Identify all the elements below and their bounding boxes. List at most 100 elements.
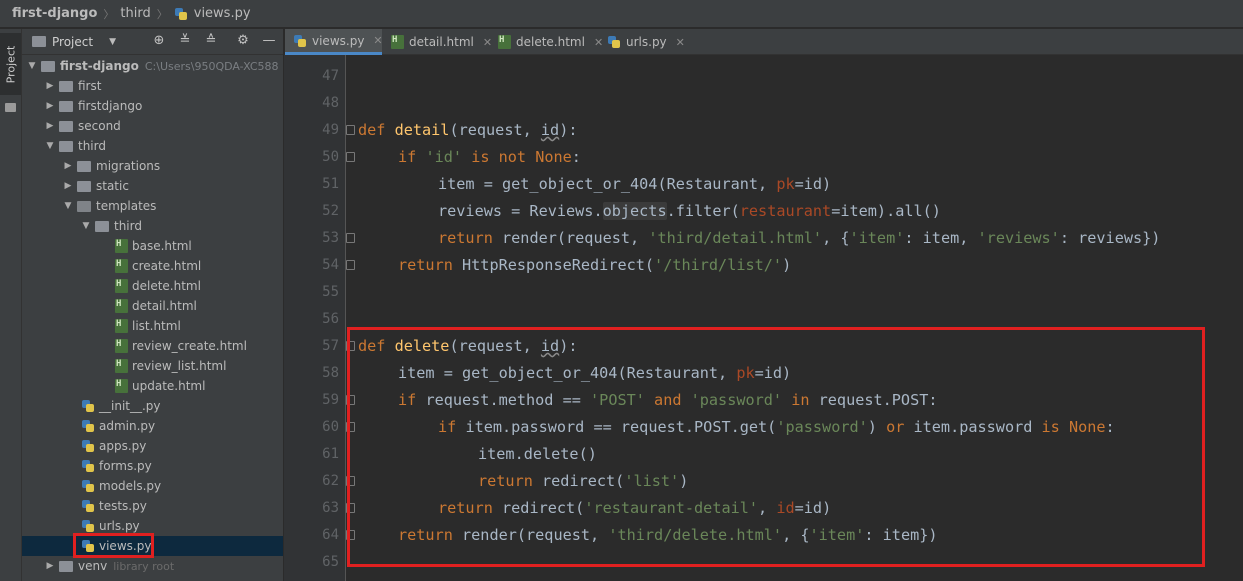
line-number: 48 xyxy=(322,95,339,111)
folder-icon xyxy=(77,200,91,212)
fold-icon[interactable] xyxy=(346,152,355,162)
tree-item-first-django[interactable]: ▼ first-django C:\Users\950QDA-XC588 xyxy=(22,56,283,76)
tree-item-review-list-html[interactable]: review_list.html xyxy=(22,356,283,376)
fold-icon[interactable] xyxy=(346,260,355,270)
chevron-right-icon[interactable]: ▶ xyxy=(44,561,56,571)
code-editor[interactable]: 47 48 49 50 51 52 53 54 55 56 57 58 59 6… xyxy=(284,55,1243,581)
tab-label: views.py xyxy=(312,33,365,48)
chevron-right-icon[interactable]: ▶ xyxy=(44,101,56,111)
tree-item-label: detail.html xyxy=(132,299,197,313)
python-file-icon xyxy=(81,519,95,533)
code-token: '/third/list/' xyxy=(654,256,783,274)
chevron-right-icon[interactable]: ▶ xyxy=(62,181,74,191)
tree-item-label: apps.py xyxy=(99,439,147,453)
expand-all-icon[interactable]: ≚ xyxy=(178,34,192,48)
tree-item-apps-py[interactable]: apps.py xyxy=(22,436,283,456)
tree-item-create-html[interactable]: create.html xyxy=(22,256,283,276)
code-line-49: def detail(request, id): xyxy=(358,117,578,144)
chevron-down-icon[interactable]: ▼ xyxy=(80,221,92,231)
tree-item-label: templates xyxy=(96,199,157,213)
folder-icon xyxy=(59,560,73,572)
tree-item-models-py[interactable]: models.py xyxy=(22,476,283,496)
tab-urls-py[interactable]: urls.py ✕ xyxy=(599,29,689,55)
tab-label: urls.py xyxy=(626,35,667,49)
tree-item-label: delete.html xyxy=(132,279,201,293)
tree-item-third[interactable]: ▼ third xyxy=(22,136,283,156)
tree-item-review-create-html[interactable]: review_create.html xyxy=(22,336,283,356)
chevron-down-icon[interactable]: ▼ xyxy=(44,141,56,151)
code-token: : item, xyxy=(904,229,978,247)
tree-item-init-py[interactable]: __init__.py xyxy=(22,396,283,416)
fold-icon[interactable] xyxy=(346,125,355,135)
html-file-icon xyxy=(115,259,128,273)
folder-icon xyxy=(59,100,73,112)
python-file-icon xyxy=(81,399,95,413)
minimize-icon[interactable]: — xyxy=(262,34,276,48)
python-file-icon xyxy=(81,499,95,513)
chevron-right-icon[interactable]: ▶ xyxy=(44,121,56,131)
tree-item-static[interactable]: ▶ static xyxy=(22,176,283,196)
tab-delete-html[interactable]: delete.html ✕ xyxy=(490,29,603,55)
tree-item-base-html[interactable]: base.html xyxy=(22,236,283,256)
chevron-right-icon[interactable]: ▶ xyxy=(44,81,56,91)
tree-item-label: update.html xyxy=(132,379,206,393)
tree-item-label: urls.py xyxy=(99,519,140,533)
tree-item-delete-html[interactable]: delete.html xyxy=(22,276,283,296)
line-number-gutter: 47 48 49 50 51 52 53 54 55 56 57 58 59 6… xyxy=(284,55,346,581)
breadcrumb-folder[interactable]: third xyxy=(120,6,150,21)
python-file-icon xyxy=(81,439,95,453)
tab-views-py[interactable]: views.py ✕ xyxy=(285,29,383,55)
tab-label: delete.html xyxy=(516,35,585,49)
tree-item-label: models.py xyxy=(99,479,162,493)
close-icon[interactable]: ✕ xyxy=(676,36,685,49)
tree-item-tests-py[interactable]: tests.py xyxy=(22,496,283,516)
breadcrumb: first-django 〉 third 〉 views.py xyxy=(0,0,1243,28)
tree-item-label: create.html xyxy=(132,259,202,273)
tab-detail-html[interactable]: detail.html ✕ xyxy=(383,29,492,55)
close-icon[interactable]: ✕ xyxy=(373,34,382,47)
python-file-icon xyxy=(174,7,188,21)
breadcrumb-chevron-icon: 〉 xyxy=(103,7,115,21)
tree-item-label: __init__.py xyxy=(99,399,161,413)
line-number: 54 xyxy=(322,257,339,273)
tree-item-first[interactable]: ▶ first xyxy=(22,76,283,96)
tree-item-label: tests.py xyxy=(99,499,147,513)
tree-item-list-html[interactable]: list.html xyxy=(22,316,283,336)
line-number: 50 xyxy=(322,149,339,165)
tree-item-detail-html[interactable]: detail.html xyxy=(22,296,283,316)
breadcrumb-project[interactable]: first-django xyxy=(12,6,97,21)
chevron-down-icon[interactable]: ▼ xyxy=(109,37,116,47)
tree-item-second[interactable]: ▶ second xyxy=(22,116,283,136)
tree-item-forms-py[interactable]: forms.py xyxy=(22,456,283,476)
tree-item-firstdjango[interactable]: ▶ firstdjango xyxy=(22,96,283,116)
folder-icon xyxy=(41,60,55,72)
project-tool-tab[interactable]: Project xyxy=(0,33,21,95)
tree-item-update-html[interactable]: update.html xyxy=(22,376,283,396)
tree-item-label: base.html xyxy=(132,239,192,253)
code-token: is not None xyxy=(471,148,572,166)
gear-icon[interactable]: ⚙ xyxy=(236,34,250,48)
chevron-down-icon[interactable]: ▼ xyxy=(26,61,38,71)
code-token: restaurant xyxy=(739,202,832,220)
tree-item-label: second xyxy=(78,119,121,133)
html-file-icon xyxy=(115,299,128,313)
tree-item-templates[interactable]: ▼ templates xyxy=(22,196,283,216)
tree-item-admin-py[interactable]: admin.py xyxy=(22,416,283,436)
folder-icon xyxy=(77,180,91,192)
tree-item-label: forms.py xyxy=(99,459,152,473)
locate-icon[interactable]: ⊕ xyxy=(152,34,166,48)
project-view-selector[interactable]: Project xyxy=(52,35,93,49)
python-file-icon xyxy=(293,34,307,48)
tree-item-venv[interactable]: ▶ venv library root xyxy=(22,556,283,576)
fold-icon[interactable] xyxy=(346,233,355,243)
tool-window-stripe: Project xyxy=(0,29,22,581)
code-token: 'reviews' xyxy=(977,229,1060,247)
chevron-down-icon[interactable]: ▼ xyxy=(62,201,74,211)
collapse-all-icon[interactable]: ≙ xyxy=(204,34,218,48)
code-token: =id) xyxy=(794,175,832,193)
breadcrumb-file[interactable]: views.py xyxy=(194,6,251,21)
tree-item-migrations[interactable]: ▶ migrations xyxy=(22,156,283,176)
html-file-icon xyxy=(498,35,511,49)
tree-item-templates-third[interactable]: ▼ third xyxy=(22,216,283,236)
chevron-right-icon[interactable]: ▶ xyxy=(62,161,74,171)
